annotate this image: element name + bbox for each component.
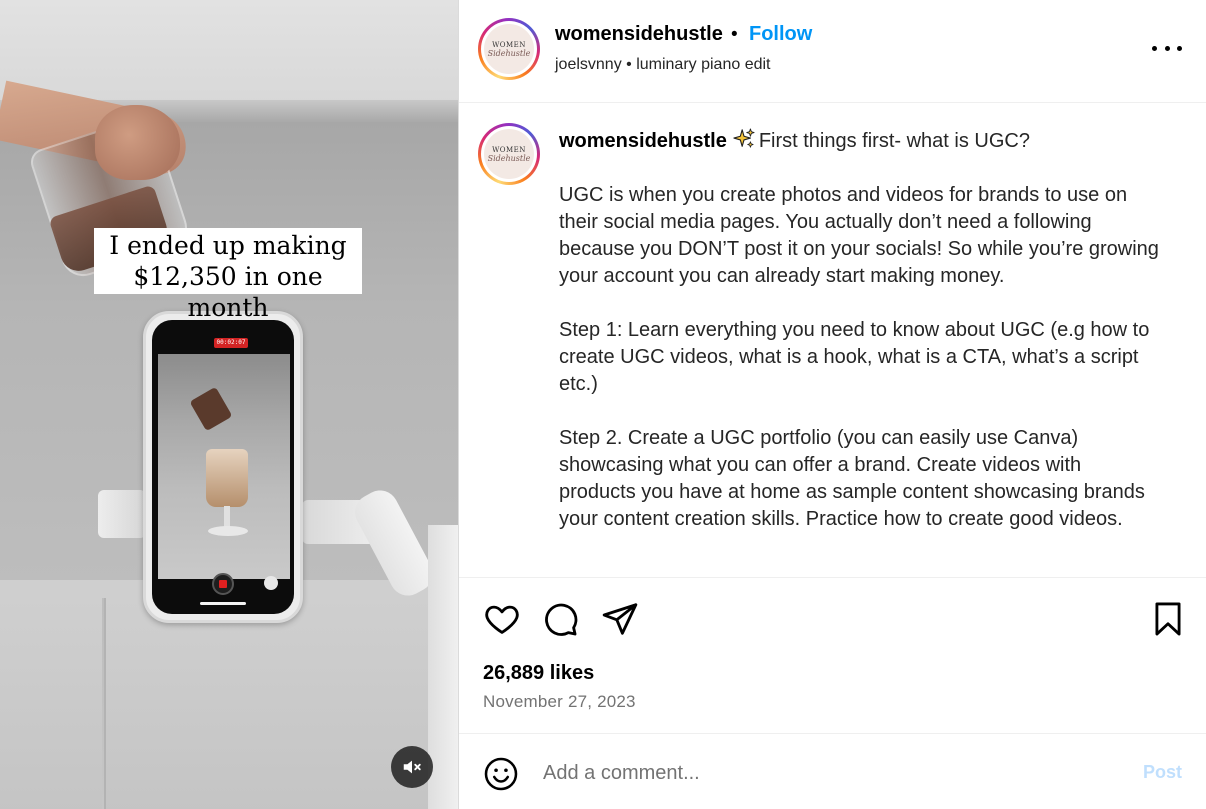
post-actions: 26,889 likes November 27, 2023 [459,577,1206,733]
comment-input[interactable] [543,756,1103,790]
post-video[interactable]: 00:02:07 I ended up making $12,350 in on… [0,0,458,809]
video-wall [0,0,458,105]
sparkles-icon [733,128,755,148]
overlay-line: $12,350 in one month [133,262,323,322]
video-hand [95,105,180,180]
avatar-logo-script: Sidehustle [487,48,531,58]
viewfinder-cup [206,449,248,507]
like-button[interactable] [483,600,521,638]
caption-text: womensidehustle First things first- what… [559,128,1159,560]
camera-flip-icon [264,576,278,590]
follow-button[interactable]: Follow [749,23,812,46]
video-phone: 00:02:07 [143,311,303,623]
viewfinder-pour [189,386,233,432]
avatar-logo-script: Sidehustle [487,153,531,163]
more-options-icon[interactable] [1152,36,1182,60]
caption-first-line: womensidehustle First things first- what… [559,128,1159,155]
comment-button[interactable] [541,600,579,638]
share-icon [602,603,638,635]
caption-headline: First things first- what is UGC? [758,130,1030,152]
caption-section: WOMEN Sidehustle womensidehustle First t… [459,104,1206,577]
post-date: November 27, 2023 [483,692,636,711]
save-button[interactable] [1149,600,1187,638]
home-indicator [200,602,246,605]
caption-paragraph: Step 2. Create a UGC portfolio (you can … [559,427,1145,530]
emoji-icon [484,757,518,791]
comment-icon [545,603,578,636]
post-comment-button[interactable]: Post [1143,762,1182,783]
post-details-panel: WOMEN Sidehustle womensidehustle • Follo… [458,0,1206,809]
caption-username[interactable]: womensidehustle [559,130,727,152]
record-button-icon [212,573,234,595]
video-cabinet [0,598,102,809]
comment-composer: Post [459,733,1206,809]
audio-attribution[interactable]: joelsvnny • luminary piano edit [555,56,771,74]
emoji-button[interactable] [483,756,519,792]
viewfinder-stem [224,506,230,528]
post-modal: 00:02:07 I ended up making $12,350 in on… [0,0,1206,809]
post-header: WOMEN Sidehustle womensidehustle • Follo… [459,0,1206,103]
mute-button[interactable] [391,746,433,788]
bookmark-icon [1155,602,1181,636]
caption-paragraph: Step 1: Learn everything you need to kno… [559,319,1150,395]
author-username[interactable]: womensidehustle [555,23,723,46]
avatar-logo-text: WOMEN [492,40,526,49]
phone-screen: 00:02:07 [152,320,294,614]
likes-count[interactable]: 26,889 likes [483,662,594,685]
caption-avatar[interactable]: WOMEN Sidehustle [478,123,540,185]
header-separator: • [731,24,738,45]
phone-mount-left [98,490,146,538]
speaker-muted-icon [403,760,421,774]
author-avatar[interactable]: WOMEN Sidehustle [478,18,540,80]
recording-timer: 00:02:07 [214,338,248,348]
overlay-line: I ended up making [109,231,347,260]
viewfinder-base [208,526,248,536]
camera-viewfinder [158,354,290,579]
share-button[interactable] [601,600,639,638]
heart-icon [485,605,519,634]
video-text-overlay: I ended up making $12,350 in one month [94,228,362,322]
caption-paragraph: UGC is when you create photos and videos… [559,184,1159,287]
avatar-logo-text: WOMEN [492,145,526,154]
